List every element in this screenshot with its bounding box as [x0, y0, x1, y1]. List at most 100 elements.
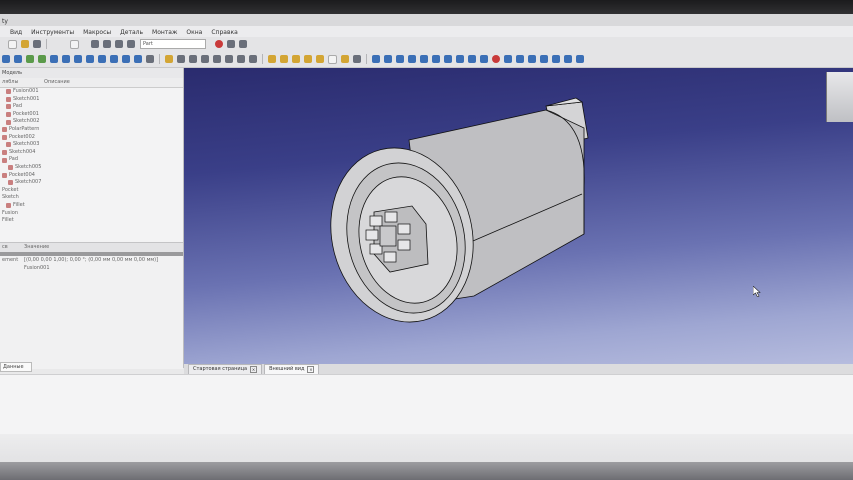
- view-top-icon[interactable]: [86, 55, 94, 63]
- tree-item[interactable]: Sketch005: [2, 164, 183, 172]
- view-rear-icon[interactable]: [110, 55, 118, 63]
- data-tab[interactable]: Данные: [0, 362, 32, 372]
- tree-item[interactable]: Pocket: [2, 187, 183, 195]
- sketch-icon[interactable]: [225, 55, 233, 63]
- tab-appearance[interactable]: Внешний вид ×: [264, 364, 320, 374]
- projection-icon[interactable]: [528, 55, 536, 63]
- cross-section-icon[interactable]: [492, 55, 500, 63]
- tree-item[interactable]: Pad: [2, 103, 183, 111]
- menu-assembly[interactable]: Монтаж: [152, 29, 177, 36]
- macro-edit-icon[interactable]: [227, 40, 235, 48]
- menu-part[interactable]: Деталь: [120, 29, 143, 36]
- tree-item[interactable]: Fillet: [2, 202, 183, 210]
- tree-column-labels[interactable]: ляблы: [0, 78, 42, 87]
- tree-item[interactable]: Fillet: [2, 217, 183, 225]
- view-right-icon[interactable]: [98, 55, 106, 63]
- menu-help[interactable]: Справка: [211, 29, 237, 36]
- 3d-viewport[interactable]: [184, 68, 853, 364]
- view-bottom-icon[interactable]: [122, 55, 130, 63]
- redo-icon[interactable]: [103, 40, 111, 48]
- part-cone-icon[interactable]: [304, 55, 312, 63]
- tree-column-description[interactable]: Описание: [42, 78, 114, 87]
- menu-windows[interactable]: Окна: [186, 29, 202, 36]
- zoom-icon[interactable]: [50, 55, 58, 63]
- thickness-icon[interactable]: [516, 55, 524, 63]
- sweep-icon[interactable]: [468, 55, 476, 63]
- paste-icon[interactable]: [70, 39, 79, 49]
- navigation-cube-icon[interactable]: [826, 72, 853, 122]
- view-left-icon[interactable]: [134, 55, 142, 63]
- save-icon[interactable]: [33, 40, 41, 48]
- tree-item[interactable]: Sketch003: [2, 141, 183, 149]
- view-fit-icon[interactable]: [2, 55, 10, 63]
- close-icon[interactable]: ×: [250, 366, 258, 373]
- part-cylinder-icon[interactable]: [280, 55, 288, 63]
- tree-item[interactable]: Sketch: [2, 194, 183, 202]
- create-link-icon[interactable]: [189, 55, 197, 63]
- tab-start-page[interactable]: Стартовая страница ×: [188, 364, 263, 374]
- open-icon[interactable]: [21, 40, 29, 48]
- property-row[interactable]: ement [(0,00 0,00 1,00); 0,00 °; (0,00 м…: [0, 256, 183, 264]
- menu-macros[interactable]: Макросы: [83, 29, 111, 36]
- tree-item[interactable]: Pocket001: [2, 111, 183, 119]
- common-icon[interactable]: [576, 55, 584, 63]
- tree-item[interactable]: Pocket002: [2, 134, 183, 142]
- part-workbench-icon[interactable]: [165, 55, 173, 63]
- view-front-icon[interactable]: [74, 55, 82, 63]
- part-primitives-icon[interactable]: [341, 55, 349, 63]
- shape-builder-icon[interactable]: [353, 55, 361, 63]
- part-torus-icon[interactable]: [316, 55, 324, 63]
- section-icon[interactable]: [480, 55, 488, 63]
- tree-item[interactable]: Fusion001: [2, 88, 183, 96]
- tree-item[interactable]: Sketch007: [2, 179, 183, 187]
- model-tree: Fusion001 Sketch001 Pad Pocket001 Sketch…: [0, 88, 183, 225]
- datum-icon[interactable]: [237, 55, 245, 63]
- whats-this-icon[interactable]: [127, 40, 135, 48]
- ruled-surface-icon[interactable]: [444, 55, 452, 63]
- model-tab-label[interactable]: Модель: [2, 70, 22, 76]
- offset-icon[interactable]: [504, 55, 512, 63]
- tree-item[interactable]: Sketch001: [2, 96, 183, 104]
- part-sphere-icon[interactable]: [292, 55, 300, 63]
- measure-icon[interactable]: [146, 55, 154, 63]
- tree-item[interactable]: Sketch004: [2, 149, 183, 157]
- close-icon[interactable]: ×: [307, 366, 315, 373]
- new-icon[interactable]: [8, 39, 17, 49]
- draw-style-icon[interactable]: [14, 55, 22, 63]
- tree-item[interactable]: Pad: [2, 156, 183, 164]
- extrude-icon[interactable]: [372, 55, 380, 63]
- link-actions-icon[interactable]: [201, 55, 209, 63]
- macro-record-icon[interactable]: [215, 40, 223, 48]
- macro-play-icon[interactable]: [239, 40, 247, 48]
- workbench-selector[interactable]: Part: [140, 39, 206, 49]
- property-column-value[interactable]: Значение: [22, 243, 49, 252]
- tree-item[interactable]: PolarPattern: [2, 126, 183, 134]
- fillet-icon[interactable]: [408, 55, 416, 63]
- selection-icon[interactable]: [213, 55, 221, 63]
- toolbar-separator: [262, 54, 263, 64]
- clone-icon[interactable]: [249, 55, 257, 63]
- cut-icon[interactable]: [552, 55, 560, 63]
- property-column-name[interactable]: св: [0, 243, 22, 252]
- property-row[interactable]: Fusion001: [0, 264, 183, 272]
- view-iso-icon[interactable]: [62, 55, 70, 63]
- revolve-icon[interactable]: [384, 55, 392, 63]
- undo-icon[interactable]: [91, 40, 99, 48]
- make-face-icon[interactable]: [432, 55, 440, 63]
- mirror-icon[interactable]: [396, 55, 404, 63]
- menu-tools[interactable]: Инструменты: [31, 29, 74, 36]
- fuse-icon[interactable]: [564, 55, 572, 63]
- loft-icon[interactable]: [456, 55, 464, 63]
- nav-forward-icon[interactable]: [38, 55, 46, 63]
- tree-item[interactable]: Sketch002: [2, 118, 183, 126]
- nav-back-icon[interactable]: [26, 55, 34, 63]
- tree-item[interactable]: Fusion: [2, 210, 183, 218]
- tree-item[interactable]: Pocket004: [2, 172, 183, 180]
- part-box-icon[interactable]: [268, 55, 276, 63]
- boolean-icon[interactable]: [540, 55, 548, 63]
- chamfer-icon[interactable]: [420, 55, 428, 63]
- part-tube-icon[interactable]: [328, 54, 337, 64]
- create-group-icon[interactable]: [177, 55, 185, 63]
- menu-view[interactable]: Вид: [10, 29, 22, 36]
- refresh-icon[interactable]: [115, 40, 123, 48]
